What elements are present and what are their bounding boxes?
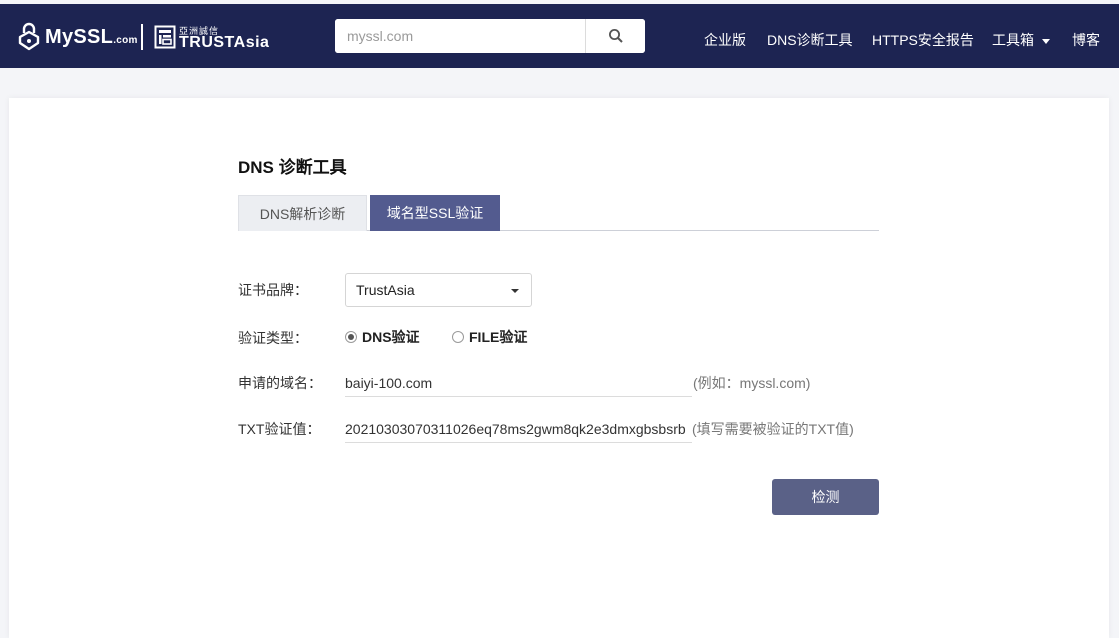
nav-toolbox[interactable]: 工具箱: [992, 30, 1050, 50]
radio-dns-label: DNS验证: [362, 329, 420, 345]
brand-select[interactable]: TrustAsia: [345, 273, 532, 307]
top-nav-bar: MySSL.com 亞洲誠信 TRUSTAsia 企业版 DNS诊断工具 HTT…: [0, 4, 1119, 68]
partner-logo-en: TRUSTAsia: [179, 34, 270, 51]
domain-label: 申请的域名：: [238, 375, 322, 391]
site-logo[interactable]: MySSL.com: [45, 26, 138, 49]
radio-file-label: FILE验证: [469, 329, 528, 345]
domain-hint: (例如：myssl.com): [693, 375, 811, 391]
chevron-down-icon: [511, 289, 519, 293]
txt-value-input[interactable]: [345, 415, 692, 443]
search-input[interactable]: [335, 19, 585, 53]
nav-https-report[interactable]: HTTPS安全报告: [872, 30, 974, 50]
brand-label: 证书品牌：: [238, 282, 308, 298]
txt-label: TXT验证值：: [238, 421, 321, 437]
logo-divider: [141, 24, 143, 50]
nav-enterprise[interactable]: 企业版: [704, 30, 746, 50]
domain-input[interactable]: [345, 369, 692, 397]
nav-blog[interactable]: 博客: [1072, 30, 1100, 50]
search-box: [335, 19, 645, 53]
radio-checked-icon: [345, 331, 357, 343]
search-icon: [608, 29, 623, 43]
trustasia-logo-icon: [154, 25, 176, 49]
logo-name: MySSL: [45, 26, 114, 48]
lock-logo-icon[interactable]: [18, 21, 40, 51]
nav-toolbox-label: 工具箱: [992, 32, 1034, 48]
logo-suffix: .com: [113, 35, 138, 46]
radio-dns-verify[interactable]: DNS验证: [345, 327, 420, 347]
nav-dns-tool[interactable]: DNS诊断工具: [767, 30, 853, 50]
chevron-down-icon: [1042, 38, 1050, 44]
tab-ssl-verify[interactable]: 域名型SSL验证: [370, 195, 500, 231]
search-button[interactable]: [585, 19, 645, 53]
page-title: DNS 诊断工具: [238, 158, 347, 177]
txt-hint: (填写需要被验证的TXT值): [692, 421, 854, 437]
check-button[interactable]: 检测: [772, 479, 879, 515]
type-label: 验证类型：: [238, 330, 308, 346]
tab-dns-resolve[interactable]: DNS解析诊断: [238, 195, 367, 231]
brand-select-value: TrustAsia: [356, 282, 415, 298]
main-card: [9, 98, 1109, 638]
radio-unchecked-icon: [452, 331, 464, 343]
radio-file-verify[interactable]: FILE验证: [452, 327, 527, 347]
